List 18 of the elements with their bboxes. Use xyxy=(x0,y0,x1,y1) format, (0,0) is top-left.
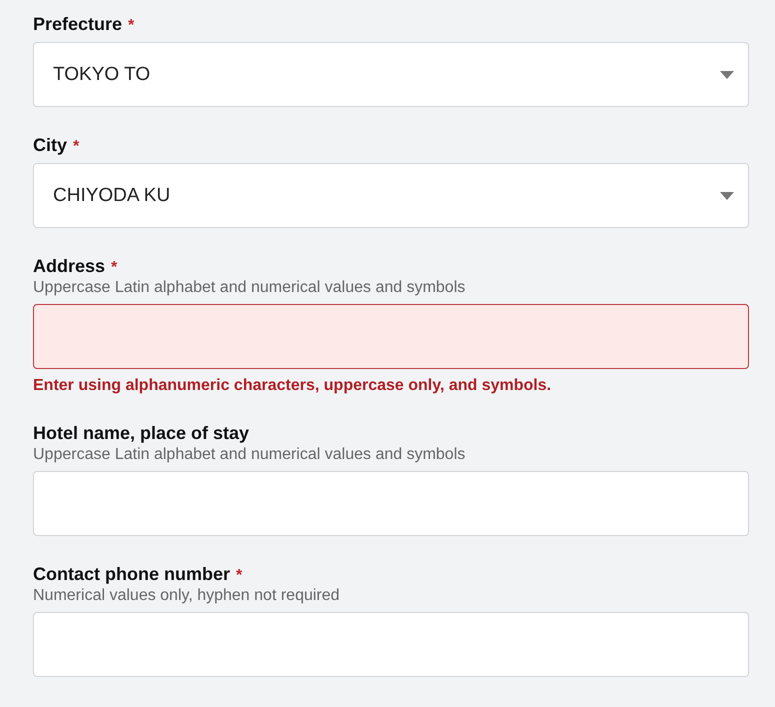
field-label: City xyxy=(33,134,68,157)
input-field[interactable] xyxy=(33,304,749,369)
caret-icon xyxy=(720,192,734,200)
caret-icon xyxy=(720,70,734,78)
select-field[interactable]: TOKYO TO xyxy=(33,42,749,107)
required-mark: * xyxy=(111,259,118,277)
field-label: Hotel name, place of stay xyxy=(33,422,250,445)
required-mark: * xyxy=(236,567,242,585)
required-mark: * xyxy=(73,138,80,156)
field-label: Address xyxy=(33,255,106,278)
field-hint: Uppercase Latin alphabet and numerical values and symbols xyxy=(33,445,466,465)
field-label: Contact phone number xyxy=(33,563,230,586)
select-field[interactable]: CHIYODA KU xyxy=(33,163,749,228)
required-mark: * xyxy=(128,17,134,35)
field-label: Prefecture xyxy=(33,13,122,36)
error-message: Enter using alphanumeric characters, uppercase only, and symbols. xyxy=(33,377,552,395)
field-hint: Numerical values only, hyphen not required xyxy=(33,586,341,606)
field-hint: Uppercase Latin alphabet and numerical values and symbols xyxy=(33,278,466,298)
